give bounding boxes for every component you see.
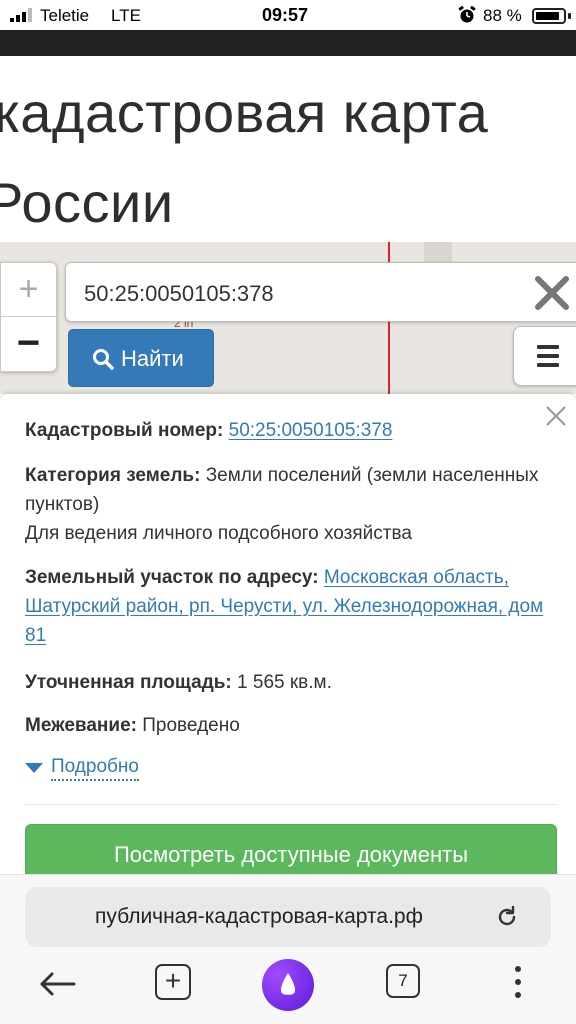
land-category-row: Категория земель: Земли поселений (земли… (25, 461, 555, 548)
network-type: LTE (111, 6, 141, 25)
area-label: Уточненная площадь: (25, 672, 232, 693)
battery-level (536, 12, 559, 20)
reload-icon[interactable] (495, 905, 519, 929)
carrier-name: Teletie (40, 6, 90, 25)
address-bar[interactable]: публичная-кадастровая-карта.рф (25, 887, 551, 947)
site-navbar (0, 30, 576, 56)
find-button[interactable]: Найти (68, 329, 214, 387)
url-text: публичная-кадастровая-карта.рф (95, 905, 423, 928)
page-title-line-2: России (0, 171, 174, 234)
voice-assistant-button[interactable] (262, 959, 314, 1011)
survey-label: Межевание: (25, 715, 137, 736)
status-bar: Teletie LTE 09:57 88 % (0, 0, 576, 30)
address-row: Земельный участок по адресу: Московская … (25, 563, 555, 650)
battery-icon (532, 8, 566, 24)
browser-toolbar: публичная-кадастровая-карта.рф + 7 (0, 874, 576, 1024)
hamburger-icon (537, 345, 559, 349)
area-row: Уточненная площадь: 1 565 кв.м. (25, 668, 555, 697)
alarm-clock-icon (458, 6, 476, 23)
hamburger-icon-bar (537, 363, 559, 367)
zoom-control: + − (0, 262, 57, 372)
more-dot (515, 979, 521, 985)
parcel-info-panel: Кадастровый номер: 50:25:0050105:378 Кат… (0, 394, 576, 874)
more-options-icon[interactable] (514, 964, 522, 1000)
page-title: кадастровая карта России (0, 56, 576, 242)
battery-percent: 88 % (483, 6, 522, 25)
new-tab-button[interactable]: + (155, 964, 191, 1000)
clock: 09:57 (262, 5, 309, 25)
find-button-label: Найти (121, 346, 184, 371)
cadastral-number-label: Кадастровый номер: (25, 420, 224, 441)
clear-search-icon[interactable] (532, 273, 572, 313)
survey-value: Проведено (142, 715, 240, 736)
assistant-icon (280, 973, 296, 995)
signal-strength-icon (10, 8, 32, 22)
permitted-use: Для ведения личного подсобного хозяйства (25, 523, 412, 544)
cadastral-number-row: Кадастровый номер: 50:25:0050105:378 (25, 416, 555, 445)
address-label: Земельный участок по адресу: (25, 567, 319, 588)
zoom-in-button[interactable]: + (1, 263, 56, 317)
back-arrow-icon[interactable] (38, 964, 78, 1004)
more-dot (515, 992, 521, 998)
tabs-counter-button[interactable]: 7 (386, 964, 420, 998)
land-category-label: Категория земель: (25, 465, 201, 486)
cadastral-number-link[interactable]: 50:25:0050105:378 (229, 420, 393, 441)
menu-button[interactable] (513, 326, 576, 386)
search-input[interactable]: 50:25:0050105:378 (65, 262, 576, 322)
area-value: 1 565 кв.м. (237, 672, 332, 693)
search-icon (93, 349, 114, 370)
divider (25, 804, 557, 805)
page-title-line-1: кадастровая карта (0, 81, 489, 144)
details-link[interactable]: Подробно (51, 756, 139, 781)
hamburger-icon-bar (537, 354, 559, 358)
caret-down-icon (25, 763, 43, 773)
battery-cap (568, 13, 571, 19)
more-dot (515, 966, 521, 972)
view-documents-button[interactable]: Посмотреть доступные документы (25, 824, 557, 874)
zoom-out-button[interactable]: − (1, 318, 56, 372)
search-value: 50:25:0050105:378 (84, 281, 274, 306)
survey-row: Межевание: Проведено (25, 711, 555, 740)
